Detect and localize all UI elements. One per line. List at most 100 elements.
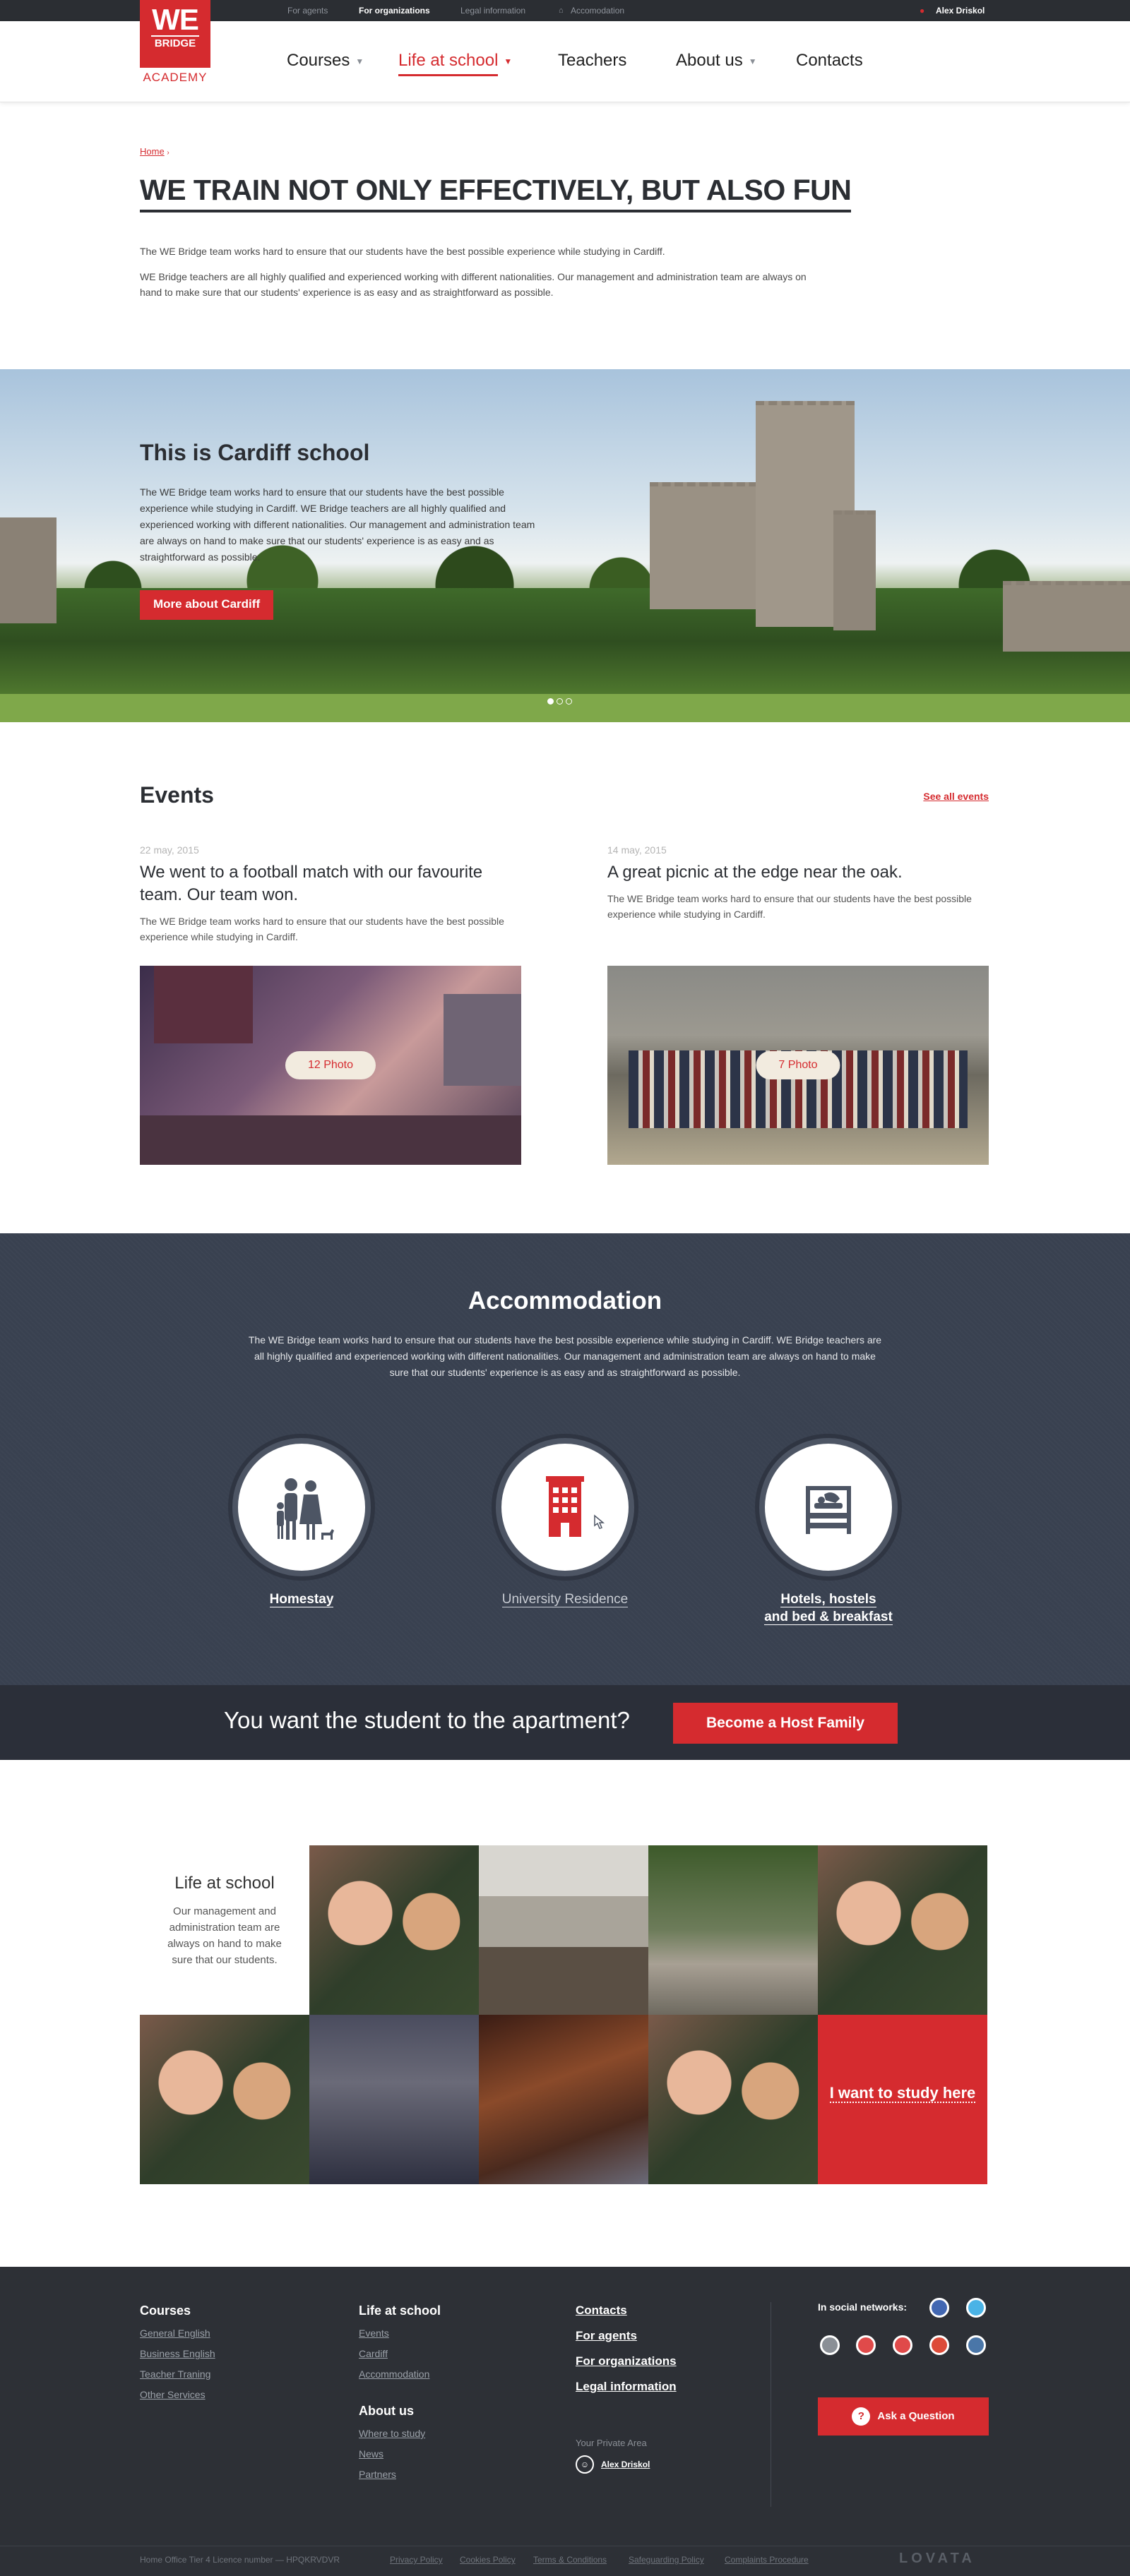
cookies-policy-link[interactable]: Cookies Policy bbox=[460, 2555, 516, 2565]
footer-link[interactable]: Events bbox=[359, 2328, 441, 2339]
gallery-photo[interactable] bbox=[309, 2015, 479, 2184]
life-title: Life at school bbox=[174, 1874, 275, 1893]
see-all-events-link[interactable]: See all events bbox=[923, 791, 989, 802]
gallery-photo[interactable] bbox=[479, 2015, 648, 2184]
terms-link[interactable]: Terms & Conditions bbox=[533, 2555, 607, 2565]
nav-courses[interactable]: Courses ▼ bbox=[287, 51, 364, 71]
castle-tower bbox=[833, 510, 876, 630]
privacy-policy-link[interactable]: Privacy Policy bbox=[390, 2555, 443, 2565]
twitter-icon[interactable] bbox=[966, 2298, 986, 2318]
footer-heading: Life at school bbox=[359, 2304, 441, 2318]
caret-down-icon: ▼ bbox=[355, 56, 364, 66]
event-title[interactable]: We went to a football match with our fav… bbox=[140, 861, 521, 906]
photo-count-badge[interactable]: 7 Photo bbox=[756, 1051, 840, 1079]
accommodation-section: Accommodation The WE Bridge team works h… bbox=[0, 1233, 1130, 1685]
want-to-study-label: I want to study here bbox=[829, 2084, 976, 2103]
gallery-photo[interactable] bbox=[309, 1845, 479, 2015]
logo-bridge: BRIDGE bbox=[151, 35, 199, 49]
caret-down-icon: ▼ bbox=[748, 56, 757, 66]
footer-user-name: Alex Driskol bbox=[601, 2460, 650, 2469]
building-icon bbox=[546, 1476, 605, 1537]
vk-icon[interactable] bbox=[966, 2335, 986, 2355]
hero-slider: This is Cardiff school The WE Bridge tea… bbox=[0, 369, 1130, 722]
instagram-icon[interactable] bbox=[820, 2335, 840, 2355]
footer-heading: Courses bbox=[140, 2304, 191, 2318]
want-to-study-button[interactable]: I want to study here bbox=[818, 2015, 987, 2184]
private-area-label: Your Private Area bbox=[576, 2438, 647, 2448]
topbar-user[interactable]: Alex Driskol bbox=[936, 0, 985, 21]
nav-about-us[interactable]: About us ▼ bbox=[676, 51, 757, 71]
ask-question-button[interactable]: ? Ask a Question bbox=[818, 2397, 989, 2436]
accommodation-option-homestay[interactable]: Homestay bbox=[224, 1438, 379, 1608]
gallery-photo[interactable] bbox=[648, 2015, 818, 2184]
photo-count-badge[interactable]: 12 Photo bbox=[285, 1051, 376, 1079]
nav-courses-label: Courses bbox=[287, 51, 350, 70]
accommodation-option-hotels[interactable]: Hotels, hostels and bed & breakfast bbox=[751, 1438, 906, 1626]
breadcrumb: Home › bbox=[140, 146, 170, 157]
lovata-logo[interactable]: LOVATA bbox=[899, 2551, 975, 2567]
complaints-link[interactable]: Complaints Procedure bbox=[725, 2555, 809, 2565]
logo[interactable]: WE BRIDGE bbox=[140, 0, 210, 68]
event-text: The WE Bridge team works hard to ensure … bbox=[607, 893, 972, 920]
page-title: WE TRAIN NOT ONLY EFFECTIVELY, BUT ALSO … bbox=[140, 174, 852, 212]
accommodation-title: Accommodation bbox=[468, 1287, 662, 1314]
footer-link[interactable]: Accommodation bbox=[359, 2368, 441, 2380]
footer-link[interactable]: Partners bbox=[359, 2469, 441, 2480]
footer-link-legal[interactable]: Legal information bbox=[576, 2380, 677, 2394]
user-icon: ● bbox=[920, 6, 925, 16]
photo-sign bbox=[140, 1115, 521, 1165]
nav-contacts[interactable]: Contacts bbox=[796, 51, 863, 71]
google-plus-icon[interactable] bbox=[929, 2335, 949, 2355]
become-host-family-button[interactable]: Become a Host Family bbox=[673, 1703, 898, 1744]
hero-text: The WE Bridge team works hard to ensure … bbox=[140, 486, 535, 563]
event-photo[interactable]: 12 Photo bbox=[140, 966, 521, 1165]
university-circle bbox=[496, 1438, 634, 1576]
topbar-link-organizations[interactable]: For organizations bbox=[359, 0, 430, 21]
gallery-photo[interactable] bbox=[648, 1845, 818, 2015]
facebook-icon[interactable] bbox=[929, 2298, 949, 2318]
footer-link[interactable]: General English bbox=[140, 2328, 215, 2339]
footer-link[interactable]: Business English bbox=[140, 2348, 215, 2359]
host-family-banner: You want the student to the apartment? B… bbox=[0, 1685, 1130, 1760]
accommodation-label-text: Homestay bbox=[269, 1592, 334, 1607]
gallery-photo[interactable] bbox=[140, 2015, 309, 2184]
footer-link[interactable]: Where to study bbox=[359, 2428, 441, 2439]
more-about-cardiff-button[interactable]: More about Cardiff bbox=[140, 590, 274, 620]
life-at-school-box: Life at school Our management and admini… bbox=[140, 1845, 309, 2015]
footer-link-contacts[interactable]: Contacts bbox=[576, 2304, 677, 2318]
gallery-photo[interactable] bbox=[818, 1845, 987, 2015]
castle-wall-left bbox=[0, 517, 56, 623]
youtube-icon[interactable] bbox=[893, 2335, 912, 2355]
bed-icon bbox=[806, 1486, 851, 1534]
slider-dot[interactable] bbox=[547, 698, 554, 705]
accommodation-option-university[interactable]: University Residence bbox=[487, 1438, 643, 1608]
safeguarding-link[interactable]: Safeguarding Policy bbox=[629, 2555, 704, 2565]
footer-link-organizations[interactable]: For organizations bbox=[576, 2354, 677, 2368]
gallery-photo[interactable] bbox=[479, 1845, 648, 2015]
footer-user[interactable]: ☺ Alex Driskol bbox=[576, 2455, 677, 2474]
nav-life-label: Life at school bbox=[398, 51, 499, 76]
event-photo[interactable]: 7 Photo bbox=[607, 966, 989, 1165]
event-title[interactable]: A great picnic at the edge near the oak. bbox=[607, 861, 989, 884]
slider-dot[interactable] bbox=[566, 698, 572, 705]
breadcrumb-home[interactable]: Home bbox=[140, 146, 165, 157]
event-card: 22 may, 2015 We went to a football match… bbox=[140, 844, 521, 945]
footer-link[interactable]: Cardiff bbox=[359, 2348, 441, 2359]
footer-courses: Courses General English Business English… bbox=[140, 2304, 215, 2400]
nav-teachers[interactable]: Teachers bbox=[558, 51, 626, 71]
topbar-link-legal[interactable]: Legal information bbox=[460, 0, 525, 21]
footer-link[interactable]: News bbox=[359, 2448, 441, 2460]
accommodation-label-text: University Residence bbox=[501, 1592, 629, 1607]
topbar-link-accomodation[interactable]: Accomodation bbox=[571, 0, 624, 21]
pinterest-icon[interactable] bbox=[856, 2335, 876, 2355]
event-card: 14 may, 2015 A great picnic at the edge … bbox=[607, 844, 989, 922]
footer-link[interactable]: Other Services bbox=[140, 2389, 215, 2400]
topbar-link-agents[interactable]: For agents bbox=[287, 0, 328, 21]
nav-life-at-school[interactable]: Life at school ▼ bbox=[398, 51, 512, 76]
accommodation-label-text-2: and bed & breakfast bbox=[764, 1610, 893, 1625]
footer-link-agents[interactable]: For agents bbox=[576, 2329, 677, 2343]
slider-dot[interactable] bbox=[557, 698, 563, 705]
intro-paragraph-2: WE Bridge teachers are all highly qualif… bbox=[140, 271, 807, 298]
footer-link[interactable]: Teacher Traning bbox=[140, 2368, 215, 2380]
hotels-circle bbox=[759, 1438, 898, 1576]
